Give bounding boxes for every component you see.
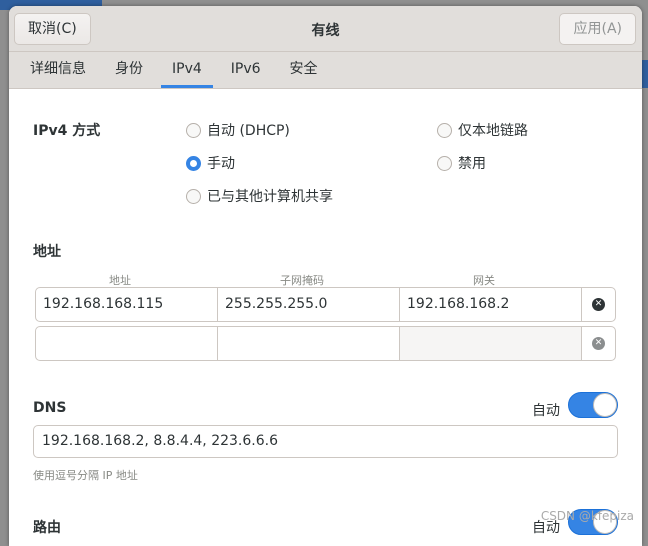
ipv4-method-label: IPv4 方式 [33, 123, 101, 139]
radio-checked-icon [186, 155, 201, 171]
address-row: 192.168.168.115 255.255.255.0 192.168.16… [35, 287, 616, 322]
tab-security[interactable]: 安全 [279, 52, 329, 88]
radio-icon [186, 122, 201, 138]
gateway-input[interactable] [400, 327, 582, 360]
close-icon: ✕ [592, 298, 605, 311]
address-input[interactable]: 192.168.168.115 [36, 288, 218, 321]
radio-label: 自动 (DHCP) [207, 123, 290, 139]
toggle-knob [593, 393, 617, 417]
radio-icon [437, 155, 452, 171]
radio-label: 禁用 [458, 156, 486, 172]
dns-auto-label: 自动 [532, 403, 560, 419]
address-row: ✕ [35, 326, 616, 361]
dns-input[interactable]: 192.168.168.2, 8.8.4.4, 223.6.6.6 [33, 425, 618, 458]
netmask-input[interactable]: 255.255.255.0 [218, 288, 400, 321]
radio-manual[interactable]: 手动 [186, 153, 235, 173]
watermark: CSDN @kfepiza [540, 509, 634, 523]
radio-icon [437, 122, 452, 138]
apply-button[interactable]: 应用(A) [559, 13, 636, 45]
tab-ipv4[interactable]: IPv4 [161, 52, 213, 88]
tab-bar: 详细信息 身份 IPv4 IPv6 安全 [9, 52, 642, 89]
tab-details[interactable]: 详细信息 [19, 52, 97, 88]
column-header-netmask: 子网掩码 [280, 274, 324, 287]
radio-shared[interactable]: 已与其他计算机共享 [186, 186, 333, 206]
dns-auto-toggle[interactable] [568, 392, 618, 418]
delete-address-button[interactable]: ✕ [582, 288, 615, 321]
tab-identity[interactable]: 身份 [104, 52, 154, 88]
gateway-input[interactable]: 192.168.168.2 [400, 288, 582, 321]
dns-hint: 使用逗号分隔 IP 地址 [33, 469, 138, 482]
close-icon: ✕ [592, 337, 605, 350]
wired-settings-dialog: 取消(C) 有线 应用(A) 详细信息 身份 IPv4 IPv6 安全 IPv4… [9, 6, 642, 546]
dns-label: DNS [33, 400, 67, 416]
header-bar: 取消(C) 有线 应用(A) [9, 6, 642, 52]
netmask-input[interactable] [218, 327, 400, 360]
radio-link-local[interactable]: 仅本地链路 [437, 120, 528, 140]
address-section-label: 地址 [33, 244, 61, 260]
radio-label: 已与其他计算机共享 [207, 189, 333, 205]
tab-ipv6[interactable]: IPv6 [220, 52, 272, 88]
delete-address-button[interactable]: ✕ [582, 327, 615, 360]
column-header-address: 地址 [109, 274, 131, 287]
radio-dhcp[interactable]: 自动 (DHCP) [186, 120, 290, 140]
dialog-title: 有线 [311, 23, 340, 39]
column-header-gateway: 网关 [473, 274, 495, 287]
routes-label: 路由 [33, 520, 61, 536]
radio-label: 手动 [207, 156, 235, 172]
radio-disabled[interactable]: 禁用 [437, 153, 486, 173]
radio-label: 仅本地链路 [458, 123, 528, 139]
address-input[interactable] [36, 327, 218, 360]
radio-icon [186, 188, 201, 204]
